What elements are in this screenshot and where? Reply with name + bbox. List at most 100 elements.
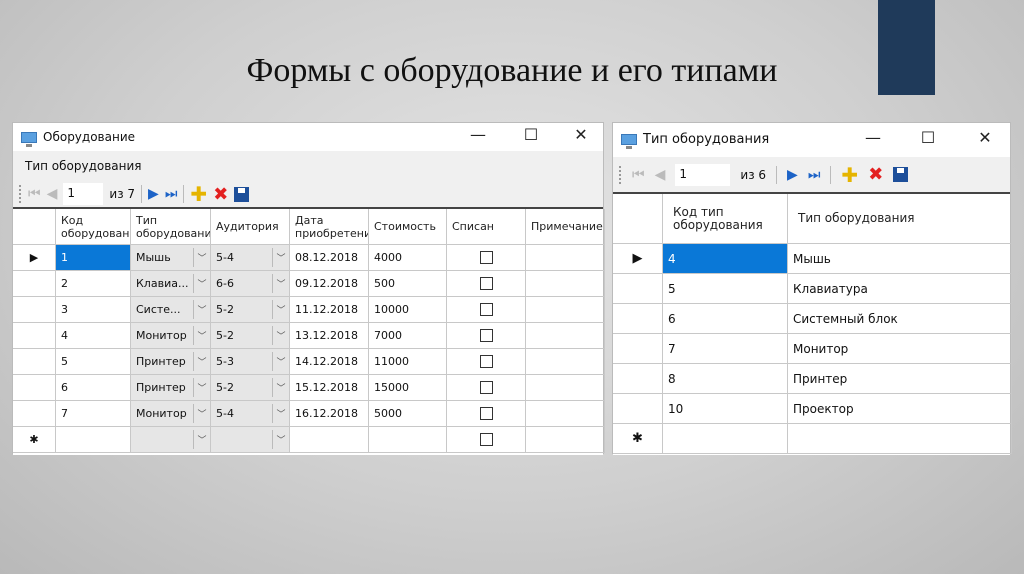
move-last-icon[interactable]: ⏭ (165, 186, 178, 202)
chevron-down-icon[interactable]: ﹀ (193, 352, 210, 371)
delete-icon[interactable]: ✖ (213, 184, 228, 205)
type-id-cell[interactable]: 10 (663, 394, 788, 424)
column-header[interactable]: Дата приобретения (290, 209, 369, 245)
column-header[interactable]: Код оборудования (56, 209, 131, 245)
note-cell[interactable] (526, 323, 605, 349)
row-header[interactable]: ▶ (613, 244, 663, 274)
type-id-cell[interactable]: 5 (663, 274, 788, 304)
chevron-down-icon[interactable]: ﹀ (272, 404, 289, 423)
written-off-checkbox[interactable] (479, 355, 493, 368)
type-name-cell[interactable]: Системный блок (788, 304, 1012, 334)
type-name-cell[interactable]: Мышь (788, 244, 1012, 274)
written-off-checkbox[interactable] (479, 303, 493, 316)
move-first-icon[interactable]: ⏮ (632, 167, 645, 183)
row-header[interactable] (613, 364, 663, 394)
column-header[interactable]: Аудитория (211, 209, 290, 245)
position-input[interactable]: 1 (63, 183, 104, 205)
type-id-cell[interactable]: 8 (663, 364, 788, 394)
date-cell[interactable]: 14.12.2018 (290, 349, 369, 375)
chevron-down-icon[interactable]: ﹀ (193, 430, 210, 449)
chevron-down-icon[interactable]: ﹀ (272, 248, 289, 267)
equipment-type-combo[interactable]: Мышь ﹀ (131, 245, 211, 271)
chevron-down-icon[interactable]: ﹀ (193, 300, 210, 319)
chevron-down-icon[interactable]: ﹀ (272, 274, 289, 293)
row-header[interactable]: ✱ (613, 424, 663, 454)
column-header[interactable]: Тип оборудования (788, 194, 1012, 244)
id-cell[interactable] (56, 427, 131, 453)
date-cell[interactable]: 09.12.2018 (290, 271, 369, 297)
move-last-icon[interactable]: ⏭ (808, 167, 821, 183)
id-cell[interactable]: 6 (56, 375, 131, 401)
equipment-type-combo[interactable]: Принтер ﹀ (131, 375, 211, 401)
room-combo[interactable]: 5-4 ﹀ (211, 401, 290, 427)
column-header[interactable]: Списан (447, 209, 526, 245)
move-first-icon[interactable]: ⏮ (28, 186, 41, 202)
equipment-type-combo[interactable]: Монитор ﹀ (131, 323, 211, 349)
type-id-cell[interactable]: 6 (663, 304, 788, 334)
id-cell[interactable]: 2 (56, 271, 131, 297)
row-header[interactable] (613, 274, 663, 304)
chevron-down-icon[interactable]: ﹀ (193, 378, 210, 397)
date-cell[interactable]: 16.12.2018 (290, 401, 369, 427)
move-previous-icon[interactable]: ◀ (655, 167, 666, 183)
row-header[interactable]: ▶ (13, 245, 56, 271)
move-next-icon[interactable]: ▶ (148, 186, 159, 202)
cost-cell[interactable]: 4000 (369, 245, 447, 271)
room-combo[interactable]: 5-4 ﹀ (211, 245, 290, 271)
written-off-checkbox[interactable] (479, 407, 493, 420)
minimize-button[interactable]: — (863, 128, 883, 147)
close-button[interactable]: ✕ (975, 128, 995, 147)
save-icon[interactable] (893, 167, 909, 182)
note-cell[interactable] (526, 401, 605, 427)
note-cell[interactable] (526, 375, 605, 401)
cost-cell[interactable] (369, 427, 447, 453)
id-cell[interactable]: 1 (56, 245, 131, 271)
row-header[interactable] (13, 349, 56, 375)
note-cell[interactable] (526, 245, 605, 271)
room-combo[interactable]: 6-6 ﹀ (211, 271, 290, 297)
type-name-cell[interactable]: Принтер (788, 364, 1012, 394)
chevron-down-icon[interactable]: ﹀ (272, 326, 289, 345)
date-cell[interactable]: 13.12.2018 (290, 323, 369, 349)
equipment-type-combo[interactable]: ﹀ (131, 427, 211, 453)
add-icon[interactable]: ✚ (841, 163, 858, 187)
room-combo[interactable]: ﹀ (211, 427, 290, 453)
row-header[interactable] (13, 271, 56, 297)
delete-icon[interactable]: ✖ (868, 164, 883, 185)
row-header[interactable] (613, 304, 663, 334)
column-header[interactable]: Примечание (526, 209, 605, 245)
cost-cell[interactable]: 7000 (369, 323, 447, 349)
id-cell[interactable]: 3 (56, 297, 131, 323)
type-id-cell[interactable]: 4 (663, 244, 788, 274)
written-off-checkbox[interactable] (479, 251, 493, 264)
written-off-checkbox[interactable] (479, 329, 493, 342)
row-header[interactable]: ✱ (13, 427, 56, 453)
move-previous-icon[interactable]: ◀ (47, 186, 58, 202)
date-cell[interactable]: 15.12.2018 (290, 375, 369, 401)
equipment-type-combo[interactable]: Систе... ﹀ (131, 297, 211, 323)
move-next-icon[interactable]: ▶ (787, 167, 798, 183)
maximize-button[interactable]: ☐ (521, 125, 541, 144)
equipment-type-combo[interactable]: Клавиа... ﹀ (131, 271, 211, 297)
cost-cell[interactable]: 5000 (369, 401, 447, 427)
row-header[interactable] (613, 394, 663, 424)
add-icon[interactable]: ✚ (190, 182, 207, 206)
note-cell[interactable] (526, 349, 605, 375)
chevron-down-icon[interactable]: ﹀ (272, 430, 289, 449)
row-header[interactable] (13, 375, 56, 401)
chevron-down-icon[interactable]: ﹀ (272, 352, 289, 371)
room-combo[interactable]: 5-2 ﹀ (211, 297, 290, 323)
position-input[interactable]: 1 (675, 163, 731, 186)
cost-cell[interactable]: 10000 (369, 297, 447, 323)
column-header[interactable]: Код тип оборудования (663, 194, 788, 244)
chevron-down-icon[interactable]: ﹀ (193, 404, 210, 423)
close-button[interactable]: ✕ (571, 125, 591, 144)
column-header[interactable]: Стоимость (369, 209, 447, 245)
cost-cell[interactable]: 500 (369, 271, 447, 297)
type-name-cell[interactable]: Проектор (788, 394, 1012, 424)
type-id-cell[interactable]: 7 (663, 334, 788, 364)
room-combo[interactable]: 5-2 ﹀ (211, 323, 290, 349)
id-cell[interactable]: 7 (56, 401, 131, 427)
chevron-down-icon[interactable]: ﹀ (193, 274, 210, 293)
chevron-down-icon[interactable]: ﹀ (193, 326, 210, 345)
